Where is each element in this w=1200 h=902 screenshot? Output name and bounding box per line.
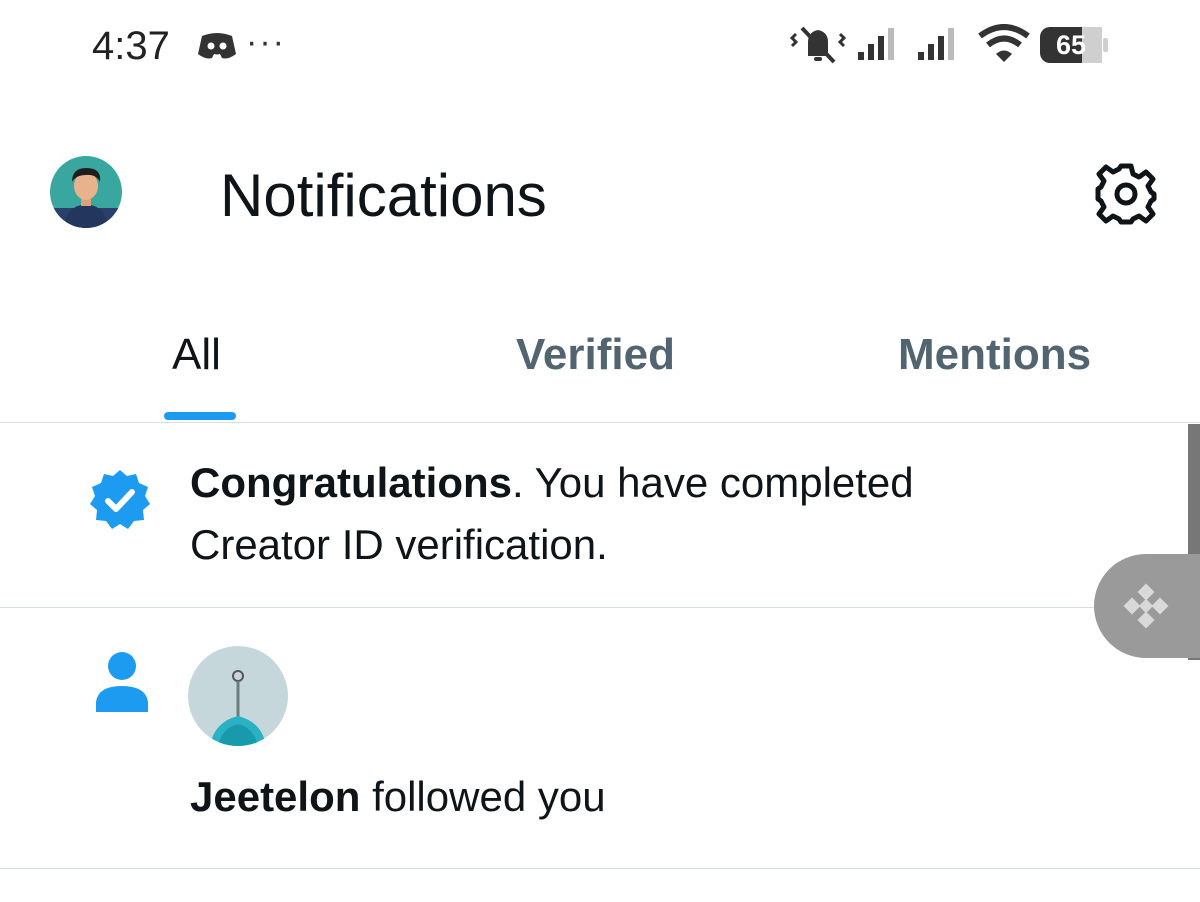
- notification-line: Creator ID verification.: [190, 521, 608, 568]
- tab-all[interactable]: All: [172, 328, 221, 382]
- status-time: 4:37: [92, 24, 170, 68]
- more-notifications-dots: ···: [246, 23, 286, 61]
- notification-follow[interactable]: Jeetelon followed you: [190, 766, 606, 828]
- tab-verified[interactable]: Verified: [516, 328, 675, 382]
- notification-line: Congratulations. You have completed: [190, 452, 914, 514]
- gear-icon[interactable]: [1092, 160, 1160, 228]
- page-title: Notifications: [220, 162, 547, 229]
- row-divider: [0, 868, 1200, 869]
- notification-bold: Jeetelon: [190, 773, 361, 820]
- tab-mentions[interactable]: Mentions: [898, 328, 1091, 382]
- diamond-logo-icon: [1123, 583, 1169, 629]
- row-divider: [0, 607, 1200, 608]
- profile-avatar[interactable]: [50, 156, 122, 228]
- wifi-icon: [978, 24, 1030, 64]
- battery-level: 65: [1055, 30, 1087, 60]
- discord-icon: [196, 30, 238, 62]
- active-tab-indicator: [164, 412, 236, 420]
- notification-text: followed you: [360, 773, 606, 820]
- tabs-divider: [0, 422, 1200, 423]
- floating-assistant-button[interactable]: [1094, 554, 1200, 658]
- notification-text: . You have completed: [512, 459, 914, 506]
- notification-bold: Congratulations: [190, 459, 512, 506]
- follower-avatar[interactable]: [188, 646, 288, 746]
- person-icon: [92, 650, 152, 712]
- notification-verification[interactable]: Congratulations. You have completed Crea…: [190, 452, 914, 576]
- mute-vibrate-icon: [790, 22, 846, 66]
- signal-icon: [856, 26, 900, 62]
- signal-icon: [916, 26, 960, 62]
- verified-badge-icon: [88, 468, 152, 532]
